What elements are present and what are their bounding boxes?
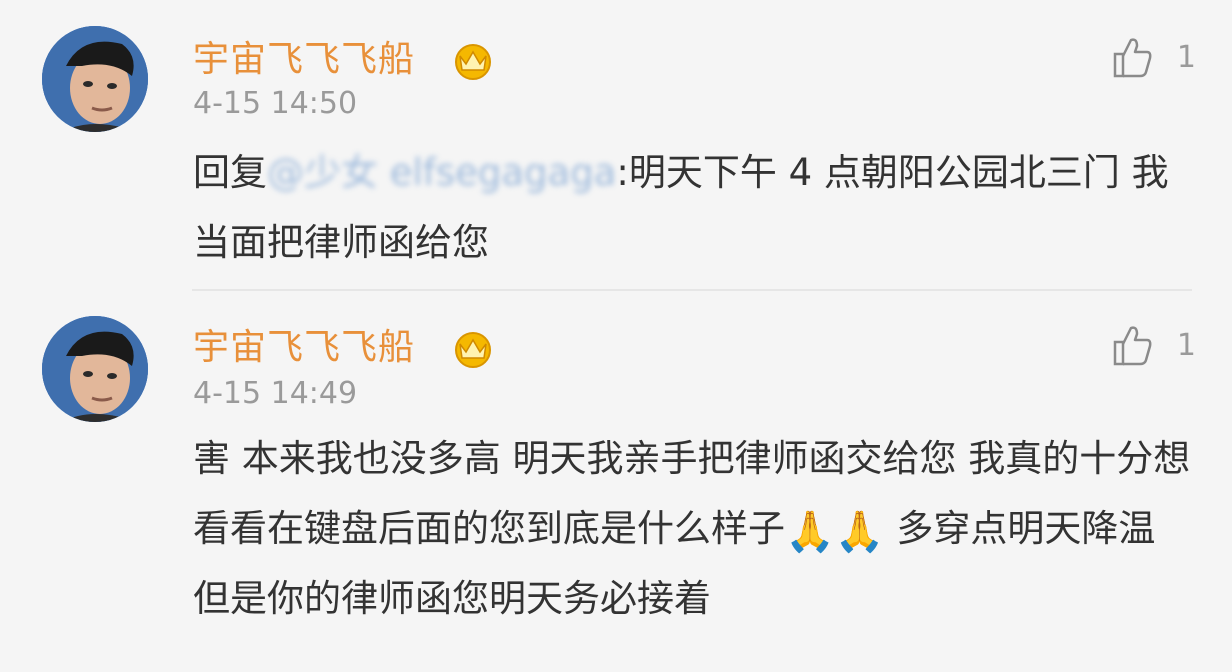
like-button[interactable]: 1 [1109,34,1196,80]
comment-text: 回复@少女 elfsegagaga:明天下午 4 点朝阳公园北三门 我当面把律师… [193,138,1193,278]
vip-crown-icon [450,40,496,80]
like-count: 1 [1176,39,1196,75]
avatar[interactable] [42,316,148,422]
username[interactable]: 宇宙飞飞飞船 [193,318,415,370]
comment-feed: 宇宙飞飞飞船 4-15 14:50 1 回复@少女 elfsegagaga:明天… [0,0,1232,672]
pray-emoji-icon: 🙏 [834,509,885,555]
comment-time: 4-15 14:49 [193,376,358,411]
thumbs-up-icon [1109,322,1155,368]
comment-text: 害 本来我也没多高 明天我亲手把律师函交给您 我真的十分想看看在键盘后面的您到底… [193,424,1193,634]
comment-time: 4-15 14:50 [193,86,358,121]
mention-link[interactable]: @少女 elfsegagaga [267,138,616,208]
like-button[interactable]: 1 [1109,322,1196,368]
vip-crown-icon [450,328,496,368]
comment-item: 宇宙飞飞飞船 4-15 14:50 1 回复@少女 elfsegagaga:明天… [0,0,1232,290]
avatar[interactable] [42,26,148,132]
reply-prefix: 回复 [193,151,267,194]
like-count: 1 [1176,327,1196,363]
comment-divider [192,289,1192,291]
comment-item: 宇宙飞飞飞船 4-15 14:49 1 害 本来我也没多高 明天我亲手把律师函交… [0,292,1232,672]
thumbs-up-icon [1109,34,1155,80]
username[interactable]: 宇宙飞飞飞船 [193,30,415,82]
pray-emoji-icon: 🙏 [785,509,835,555]
